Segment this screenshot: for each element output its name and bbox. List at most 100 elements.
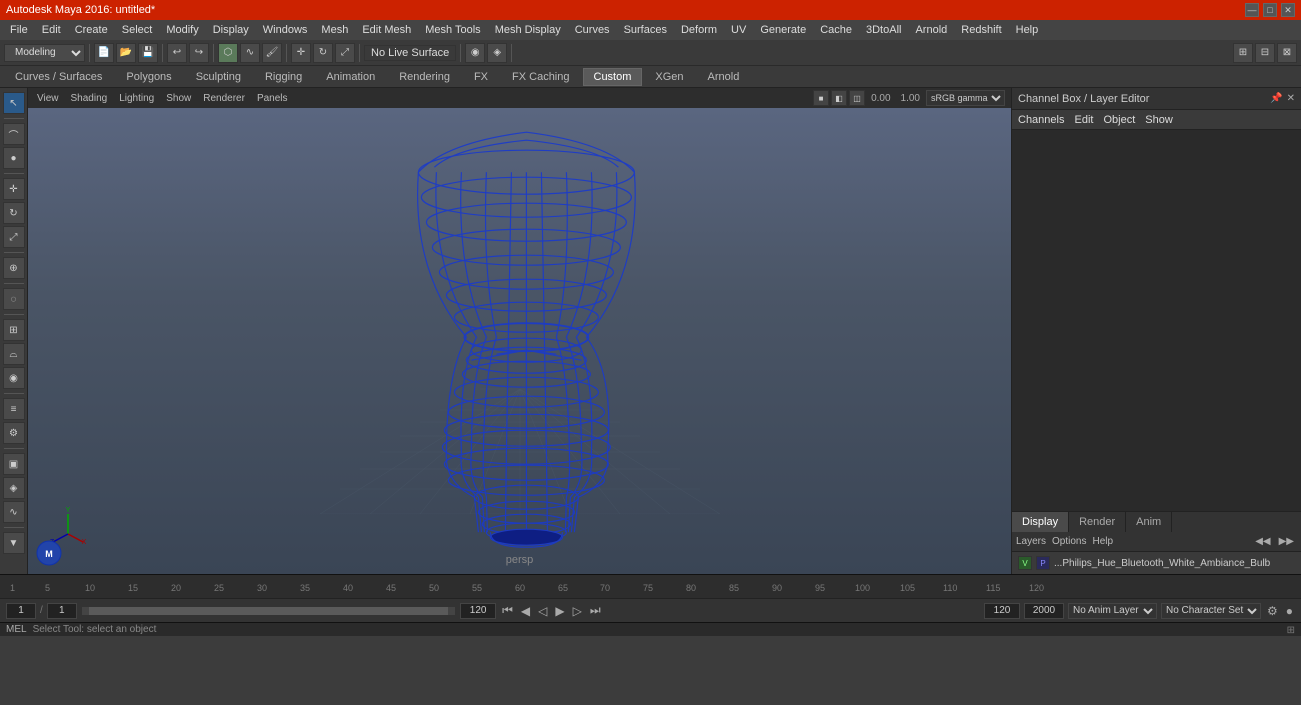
paint-btn[interactable]: 🖌 bbox=[262, 43, 282, 63]
vp-menu-show[interactable]: Show bbox=[163, 93, 194, 104]
menu-uv[interactable]: UV bbox=[725, 23, 752, 37]
play-forward-btn[interactable]: ▶ bbox=[553, 604, 566, 618]
playback-settings-btn[interactable]: ⚙ bbox=[1265, 604, 1280, 618]
minimize-btn[interactable]: — bbox=[1245, 3, 1259, 17]
menu-windows[interactable]: Windows bbox=[257, 23, 314, 37]
layout-btn-2[interactable]: ⊟ bbox=[1255, 43, 1275, 63]
panel-pin-btn[interactable]: 📌 bbox=[1270, 93, 1282, 104]
gamma-select[interactable]: sRGB gamma bbox=[926, 90, 1005, 106]
titlebar-controls[interactable]: — □ ✕ bbox=[1245, 3, 1295, 17]
rotate-tool[interactable]: ↻ bbox=[3, 202, 25, 224]
play-back-btn[interactable]: ◁ bbox=[536, 604, 549, 618]
viewport[interactable]: View Shading Lighting Show Renderer Pane… bbox=[28, 88, 1011, 574]
vp-tool-2[interactable]: ◧ bbox=[831, 90, 847, 106]
cb-tab-display[interactable]: Display bbox=[1012, 512, 1069, 532]
undo-btn[interactable]: ↩ bbox=[167, 43, 187, 63]
char-set-select[interactable]: No Character Set bbox=[1161, 603, 1261, 619]
vp-menu-lighting[interactable]: Lighting bbox=[116, 93, 157, 104]
timeline-range-bar[interactable] bbox=[81, 606, 456, 616]
menu-cache[interactable]: Cache bbox=[814, 23, 858, 37]
close-btn[interactable]: ✕ bbox=[1281, 3, 1295, 17]
vp-menu-view[interactable]: View bbox=[34, 93, 62, 104]
tab-rendering[interactable]: Rendering bbox=[388, 68, 461, 86]
tab-arnold[interactable]: Arnold bbox=[697, 68, 751, 86]
select-tool-btn[interactable]: ⬡ bbox=[218, 43, 238, 63]
ipr-btn[interactable]: ◈ bbox=[487, 43, 507, 63]
menu-3dto-all[interactable]: 3DtoAll bbox=[860, 23, 907, 37]
step-back-btn[interactable]: ◀ bbox=[519, 604, 532, 618]
auto-key-btn[interactable]: ● bbox=[1284, 604, 1295, 618]
range-end-field[interactable] bbox=[984, 603, 1020, 619]
end-frame-field[interactable] bbox=[460, 603, 496, 619]
cb-menu-channels[interactable]: Channels bbox=[1018, 114, 1064, 126]
select-tool[interactable]: ↖ bbox=[3, 92, 25, 114]
vp-menu-panels[interactable]: Panels bbox=[254, 93, 291, 104]
new-scene-btn[interactable]: 📄 bbox=[94, 43, 114, 63]
timeline[interactable]: 1 5 10 15 20 25 30 35 40 45 50 55 60 65 … bbox=[0, 574, 1301, 598]
menu-mesh-display[interactable]: Mesh Display bbox=[489, 23, 567, 37]
tab-xgen[interactable]: XGen bbox=[644, 68, 694, 86]
menu-surfaces[interactable]: Surfaces bbox=[618, 23, 673, 37]
menu-curves[interactable]: Curves bbox=[569, 23, 616, 37]
open-btn[interactable]: 📂 bbox=[116, 43, 136, 63]
layer-vis-btn[interactable]: V bbox=[1018, 556, 1032, 570]
menu-display[interactable]: Display bbox=[207, 23, 255, 37]
snap-to-grid-btn[interactable]: ⊞ bbox=[3, 319, 25, 341]
menu-mesh[interactable]: Mesh bbox=[315, 23, 354, 37]
cb-menu-show[interactable]: Show bbox=[1145, 114, 1173, 126]
cb-tab-render[interactable]: Render bbox=[1069, 512, 1126, 532]
scale-btn[interactable]: ⤢ bbox=[335, 43, 355, 63]
menu-redshift[interactable]: Redshift bbox=[955, 23, 1007, 37]
tab-polygons[interactable]: Polygons bbox=[115, 68, 182, 86]
mel-label[interactable]: MEL bbox=[6, 624, 27, 635]
render-settings-btn[interactable]: ⚙ bbox=[3, 422, 25, 444]
curve-create-btn[interactable]: ∿ bbox=[3, 501, 25, 523]
menu-modify[interactable]: Modify bbox=[160, 23, 204, 37]
panel-close-btn[interactable]: ✕ bbox=[1287, 93, 1295, 104]
menu-generate[interactable]: Generate bbox=[754, 23, 812, 37]
tab-rigging[interactable]: Rigging bbox=[254, 68, 313, 86]
snap-to-curve-btn[interactable]: ⌓ bbox=[3, 343, 25, 365]
tab-fx-caching[interactable]: FX Caching bbox=[501, 68, 580, 86]
save-btn[interactable]: 💾 bbox=[138, 43, 158, 63]
layer-playback-btn[interactable]: P bbox=[1036, 556, 1050, 570]
total-end-field[interactable] bbox=[1024, 603, 1064, 619]
layer-menu-options[interactable]: Options bbox=[1052, 536, 1086, 547]
render-view-btn[interactable]: ◉ bbox=[465, 43, 485, 63]
soft-mod-tool[interactable]: ◌ bbox=[3, 288, 25, 310]
universal-manip-tool[interactable]: ⊕ bbox=[3, 257, 25, 279]
menu-create[interactable]: Create bbox=[69, 23, 114, 37]
tab-animation[interactable]: Animation bbox=[315, 68, 386, 86]
layer-menu-help[interactable]: Help bbox=[1092, 536, 1113, 547]
menu-edit[interactable]: Edit bbox=[36, 23, 67, 37]
menu-file[interactable]: File bbox=[4, 23, 34, 37]
menu-mesh-tools[interactable]: Mesh Tools bbox=[419, 23, 486, 37]
menu-select[interactable]: Select bbox=[116, 23, 159, 37]
rotate-btn[interactable]: ↻ bbox=[313, 43, 333, 63]
move-tool[interactable]: ✛ bbox=[3, 178, 25, 200]
layer-expand-btn[interactable]: ▶▶ bbox=[1276, 535, 1297, 548]
vp-tool-3[interactable]: ◫ bbox=[849, 90, 865, 106]
mode-selector[interactable]: Modeling Rigging Animation FX Rendering bbox=[4, 44, 85, 62]
menu-help[interactable]: Help bbox=[1010, 23, 1045, 37]
tab-curves-surfaces[interactable]: Curves / Surfaces bbox=[4, 68, 113, 86]
layer-collapse-btn[interactable]: ◀◀ bbox=[1252, 535, 1273, 548]
display-layer-btn[interactable]: ≡ bbox=[3, 398, 25, 420]
anim-layer-select[interactable]: No Anim Layer bbox=[1068, 603, 1157, 619]
cb-menu-object[interactable]: Object bbox=[1103, 114, 1135, 126]
camera-btn[interactable]: ▣ bbox=[3, 453, 25, 475]
expand-left-btn[interactable]: ▼ bbox=[3, 532, 25, 554]
start-frame-field[interactable] bbox=[47, 603, 77, 619]
menu-arnold[interactable]: Arnold bbox=[909, 23, 953, 37]
go-to-end-btn[interactable]: ⏭ bbox=[588, 603, 603, 618]
tab-sculpting[interactable]: Sculpting bbox=[185, 68, 252, 86]
tab-custom[interactable]: Custom bbox=[583, 68, 643, 86]
step-forward-btn[interactable]: ▷ bbox=[571, 604, 584, 618]
maximize-btn[interactable]: □ bbox=[1263, 3, 1277, 17]
tab-fx[interactable]: FX bbox=[463, 68, 499, 86]
lasso-tool[interactable]: ⌒ bbox=[3, 123, 25, 145]
light-btn[interactable]: ◈ bbox=[3, 477, 25, 499]
move-btn[interactable]: ✛ bbox=[291, 43, 311, 63]
scale-tool[interactable]: ⤢ bbox=[3, 226, 25, 248]
vp-tool-1[interactable]: ■ bbox=[813, 90, 829, 106]
